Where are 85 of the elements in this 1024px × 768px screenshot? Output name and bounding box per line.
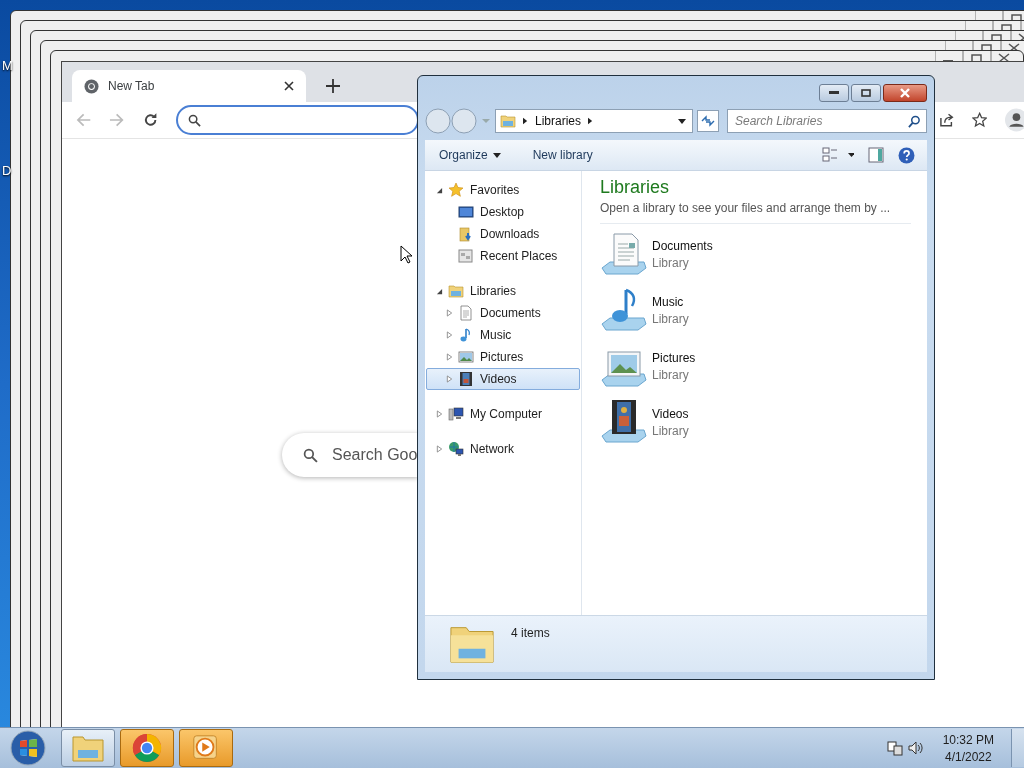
nav-item[interactable]: Videos	[426, 368, 580, 390]
desktop-icon	[458, 204, 474, 220]
nav-item[interactable]: Network	[426, 438, 580, 460]
library-item[interactable]: Pictures Library	[600, 342, 750, 390]
chevron-right-icon[interactable]	[588, 117, 594, 125]
help-icon[interactable]	[898, 146, 915, 164]
collapsed-arrow-icon[interactable]	[446, 375, 453, 383]
taskbar-button[interactable]	[61, 729, 115, 767]
dropdown-arrow-icon[interactable]	[678, 118, 686, 124]
nav-item[interactable]: My Computer	[426, 403, 580, 425]
picture-icon	[458, 349, 474, 365]
nav-item[interactable]: Documents	[426, 302, 580, 324]
taskbar-button[interactable]	[120, 729, 174, 767]
document-library-icon	[600, 230, 648, 278]
recent-places-icon	[458, 248, 474, 264]
breadcrumb-item[interactable]: Libraries	[535, 114, 582, 128]
expanded-arrow-icon[interactable]	[436, 186, 443, 194]
collapsed-arrow-icon[interactable]	[436, 445, 443, 453]
expanded-arrow-icon[interactable]	[436, 287, 443, 295]
search-icon	[908, 114, 921, 128]
library-item[interactable]: Videos Library	[600, 398, 750, 446]
collapsed-arrow-icon[interactable]	[446, 353, 453, 361]
reload-icon[interactable]	[142, 112, 158, 128]
library-folder-icon	[448, 283, 464, 299]
collapsed-arrow-icon[interactable]	[446, 331, 453, 339]
item-count: 4 items	[511, 626, 550, 640]
minimize-icon	[829, 91, 839, 95]
chrome-icon	[84, 78, 99, 94]
profile-avatar-icon[interactable]	[1005, 108, 1024, 132]
computer-icon	[448, 406, 464, 422]
star-icon[interactable]	[971, 112, 988, 128]
maximize-icon	[861, 89, 871, 97]
search-icon	[187, 113, 201, 127]
clock-time[interactable]: 10:32 PM	[942, 732, 994, 747]
nav-item[interactable]: Pictures	[426, 346, 580, 368]
close-button[interactable]	[883, 84, 927, 102]
search-icon	[303, 447, 318, 463]
caret-icon	[492, 152, 501, 158]
star-icon	[448, 182, 464, 198]
close-icon	[899, 88, 911, 98]
tab-title: New Tab	[108, 79, 156, 93]
start-button[interactable]	[10, 730, 46, 766]
folder-icon	[458, 226, 474, 242]
film-icon	[458, 371, 474, 387]
network-icon	[448, 441, 464, 457]
speaker-icon[interactable]	[907, 740, 924, 756]
menu-button[interactable]: Organize	[437, 146, 503, 164]
nav-item[interactable]: Libraries	[426, 280, 580, 302]
view-options-icon[interactable]	[822, 147, 854, 163]
new-tab-icon[interactable]	[326, 79, 340, 93]
search-field[interactable]: Search Goo	[282, 433, 418, 477]
search-field[interactable]: Search Libraries	[727, 109, 927, 133]
chrome-icon	[132, 733, 162, 763]
library-item[interactable]: Documents Library	[600, 230, 750, 278]
collapsed-arrow-icon[interactable]	[436, 410, 443, 418]
library-item[interactable]: Music Library	[600, 286, 750, 334]
close-icon[interactable]	[284, 81, 294, 91]
content-heading: Libraries	[600, 177, 671, 198]
taskbar-button[interactable]	[179, 729, 233, 767]
toolbar-button[interactable]: New library	[530, 146, 595, 164]
desktop-icon-label[interactable]: D	[2, 163, 12, 178]
folder-icon	[72, 734, 104, 762]
music-library-icon	[600, 286, 648, 334]
maximize-button[interactable]	[851, 84, 881, 102]
minimize-button[interactable]	[819, 84, 849, 102]
address-field[interactable]	[175, 105, 419, 135]
network-status-icon[interactable]	[886, 740, 903, 756]
video-library-icon	[600, 398, 648, 446]
nav-item[interactable]: Recent Places	[426, 245, 580, 267]
collapsed-arrow-icon[interactable]	[446, 309, 453, 317]
clock-date[interactable]: 4/1/2022	[944, 749, 992, 764]
address-bar[interactable]: Libraries	[495, 109, 693, 133]
preview-pane-icon[interactable]	[868, 147, 884, 163]
nav-item[interactable]: Favorites	[426, 179, 580, 201]
nav-item[interactable]: Music	[426, 324, 580, 346]
chevron-right-icon[interactable]	[523, 117, 528, 125]
document-icon	[458, 305, 474, 321]
content-description: Open a library to see your files and arrange them by ...	[600, 201, 911, 224]
mouse-cursor-icon	[400, 245, 412, 264]
share-icon[interactable]	[938, 112, 954, 128]
refresh-icon[interactable]	[697, 110, 719, 132]
nav-item[interactable]: Desktop	[426, 201, 580, 223]
browser-tab[interactable]: New Tab	[72, 70, 306, 102]
nav-item[interactable]: Downloads	[426, 223, 580, 245]
library-folder-icon	[500, 113, 516, 129]
